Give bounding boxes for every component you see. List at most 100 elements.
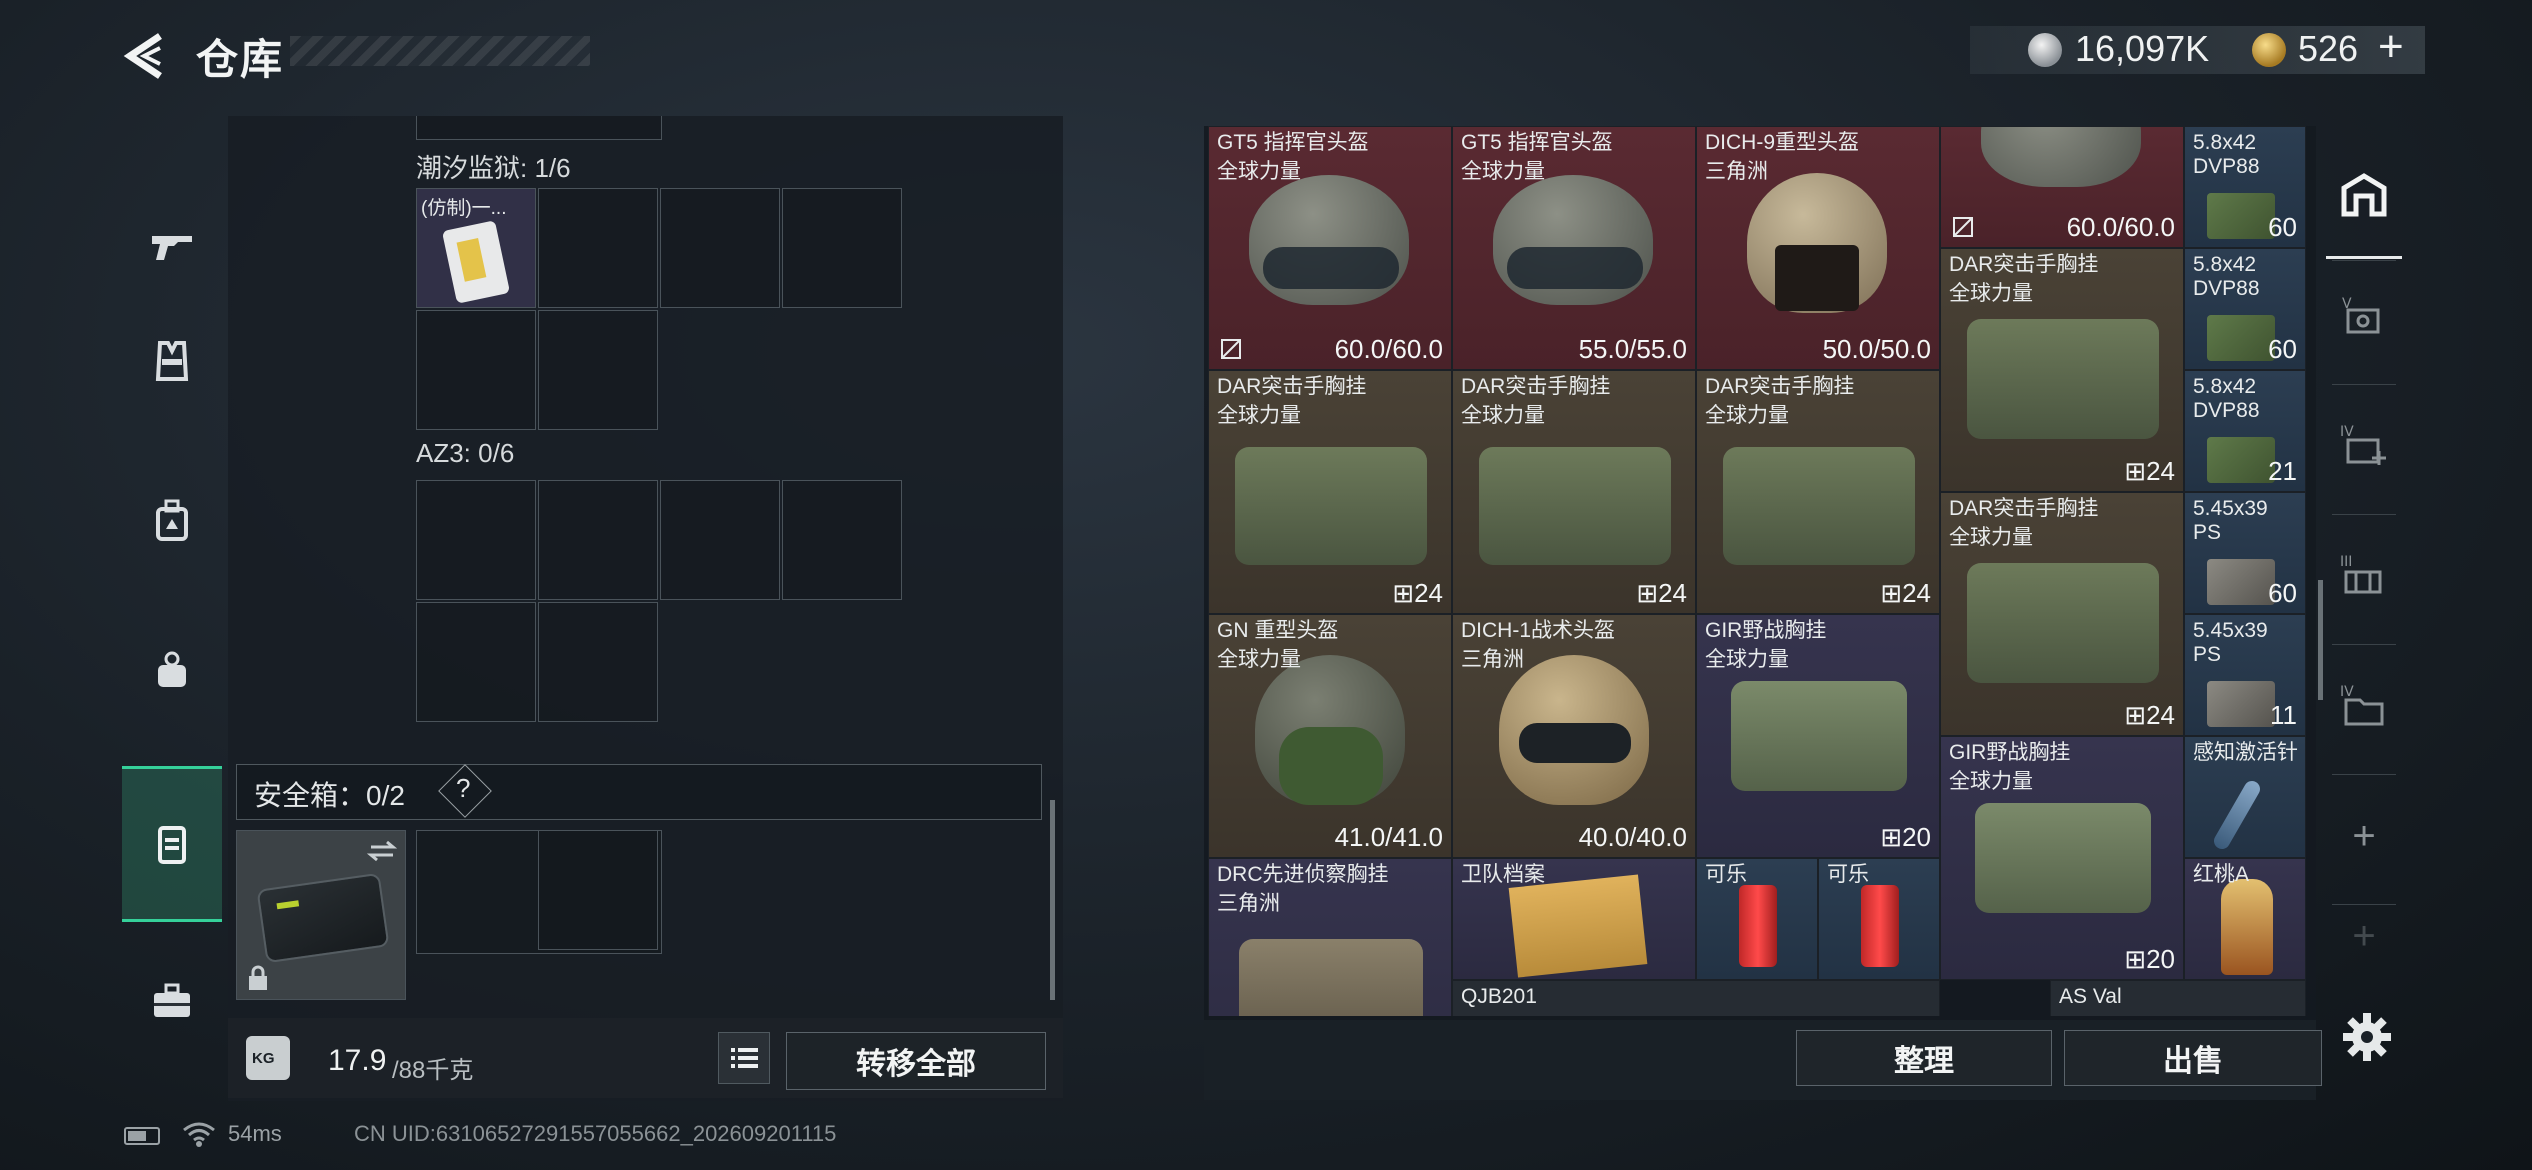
item-chest-rig[interactable]: DAR突击手胸挂 全球力量 ⊞24 xyxy=(1208,370,1452,614)
weight-current: 17.9 xyxy=(328,1044,387,1077)
iii-armor-icon: III xyxy=(2340,554,2382,594)
item-cola[interactable]: 可乐 xyxy=(1818,858,1940,980)
user-uid: CN UID:631065272915570556​62_20260920111… xyxy=(354,1121,837,1146)
grid-cell[interactable] xyxy=(416,310,536,430)
item-chest-rig[interactable]: DRC先进侦察胸挂 三角洲 xyxy=(1208,858,1452,1016)
category-safebox[interactable] xyxy=(122,766,222,922)
divider xyxy=(2332,904,2396,905)
item-helmet[interactable]: DICH-1战术头盔 三角洲 40.0/40.0 xyxy=(1452,614,1696,858)
side-tab-add[interactable]: + xyxy=(2326,906,2402,966)
item-faction: 全球力量 xyxy=(1461,160,1545,183)
durability-broken-icon xyxy=(1221,339,1241,359)
item-helmet[interactable]: GT5 指挥官头盔 全球力量 60.0/60.0 xyxy=(1208,126,1452,370)
grid-cell[interactable] xyxy=(782,480,902,600)
grid-cell-item[interactable]: (仿制)一... xyxy=(416,188,536,308)
item-ammo[interactable]: 5.8x42 DVP88 21 xyxy=(2184,370,2306,492)
side-tab-iii-armor[interactable]: III xyxy=(2326,516,2402,636)
item-ammo[interactable]: 5.8x42 DVP88 60 xyxy=(2184,126,2306,248)
slot-title: AZ3: 0/6 xyxy=(416,438,515,468)
keycard-image xyxy=(441,220,511,304)
item-chest-rig[interactable]: DAR突击手胸挂 全球力量 ⊞24 xyxy=(1452,370,1696,614)
ammo-box-image xyxy=(2207,559,2275,605)
item-ammo[interactable]: 5.45x39 PS 11 xyxy=(2184,614,2306,736)
category-vest[interactable] xyxy=(122,286,222,436)
list-view-button[interactable] xyxy=(718,1032,770,1084)
item-durability: 40.0/40.0 xyxy=(1578,822,1687,852)
item-type: PS xyxy=(2193,643,2222,666)
left-scrollbar[interactable] xyxy=(1050,800,1055,1000)
item-name: 感知激活针 xyxy=(2193,741,2298,764)
grid-cell[interactable] xyxy=(538,310,658,430)
item-card[interactable]: 红桃A xyxy=(2184,858,2306,980)
grid-cell[interactable] xyxy=(538,480,658,600)
visor-image xyxy=(1263,247,1399,289)
side-tab-safehouse[interactable] xyxy=(2326,136,2402,259)
item-helmet[interactable]: GT5 指挥官头盔 全球力量 55.0/55.0 xyxy=(1452,126,1696,370)
settings-gear-icon[interactable] xyxy=(2340,1010,2394,1064)
item-name: 5.8x42 xyxy=(2193,253,2257,276)
item-faction: 全球力量 xyxy=(1461,404,1545,427)
v-case-icon: V xyxy=(2342,296,2380,334)
grid-cell[interactable] xyxy=(538,188,658,308)
iv-medkit-icon: IV xyxy=(2340,424,2386,465)
divider xyxy=(2332,514,2396,515)
sort-button[interactable]: 整理 xyxy=(1796,1030,2052,1086)
back-arrow-icon[interactable] xyxy=(120,30,172,82)
category-bag[interactable] xyxy=(122,596,222,746)
grid-cell[interactable] xyxy=(416,602,536,722)
side-tab-iv-folder[interactable]: IV xyxy=(2326,646,2402,766)
item-count: 60 xyxy=(2268,578,2297,608)
help-icon: ? xyxy=(456,773,471,803)
transfer-all-button[interactable]: 转移全部 xyxy=(786,1032,1046,1090)
secure-box-item[interactable] xyxy=(236,830,406,1000)
item-chest-rig[interactable]: DAR突击手胸挂 全球力量 ⊞24 xyxy=(1940,248,2184,492)
item-weapon[interactable]: AS Val xyxy=(2050,980,2306,1016)
premium-coin-balance: 526 xyxy=(2298,28,2359,69)
bag-icon xyxy=(158,651,186,687)
faceplate-image xyxy=(1775,245,1859,311)
item-ammo[interactable]: 5.45x39 PS 60 xyxy=(2184,492,2306,614)
side-tab-v[interactable]: V xyxy=(2326,256,2402,376)
side-tab-iv-medkit[interactable]: IV xyxy=(2326,386,2402,506)
add-premium-button[interactable]: + xyxy=(2378,22,2404,72)
item-ammo[interactable]: 5.8x42 DVP88 60 xyxy=(2184,248,2306,370)
backpack-icon xyxy=(156,499,188,541)
grid-cell[interactable] xyxy=(660,480,780,600)
item-chest-rig[interactable]: GIR野战胸挂 全球力量 ⊞20 xyxy=(1696,614,1940,858)
item-name: AS Val xyxy=(2059,985,2122,1008)
item-name: GIR野战胸挂 xyxy=(1949,741,2071,764)
item-helmet[interactable]: GN 重型头盔 全球力量 41.0/41.0 xyxy=(1208,614,1452,858)
swap-icon[interactable] xyxy=(367,839,397,863)
item-chest-rig[interactable]: DAR突击手胸挂 全球力量 ⊞24 xyxy=(1940,492,2184,736)
grid-cell[interactable] xyxy=(538,602,658,722)
grid-cell[interactable] xyxy=(782,188,902,308)
item-name: 5.45x39 xyxy=(2193,619,2268,642)
sell-button[interactable]: 出售 xyxy=(2064,1030,2322,1086)
item-weapon[interactable]: QJB201 xyxy=(1452,980,1940,1016)
item-cola[interactable]: 可乐 xyxy=(1696,858,1818,980)
stash-scrollbar[interactable] xyxy=(2318,580,2323,700)
grid-cell[interactable] xyxy=(416,480,536,600)
grid-cell[interactable] xyxy=(660,188,780,308)
grid-cell[interactable] xyxy=(416,116,662,140)
item-chest-rig[interactable]: DAR突击手胸挂 全球力量 ⊞24 xyxy=(1696,370,1940,614)
item-name: 红桃A xyxy=(2193,863,2250,886)
category-backpack[interactable] xyxy=(122,446,222,596)
item-name: 卫队档案 xyxy=(1461,863,1545,886)
item-chest-rig[interactable]: GIR野战胸挂 全球力量 ⊞20 xyxy=(1940,736,2184,980)
side-tab-add[interactable]: + xyxy=(2326,776,2402,896)
item-document[interactable]: 卫队档案 xyxy=(1452,858,1696,980)
item-helmet[interactable]: 60.0/60.0 xyxy=(1940,126,2184,248)
item-injector[interactable]: 感知激活针 xyxy=(2184,736,2306,858)
chest-rig-image xyxy=(1479,447,1671,565)
item-name: GN 重型头盔 xyxy=(1217,619,1339,642)
item-faction: 三角洲 xyxy=(1461,648,1524,671)
category-toolbox[interactable] xyxy=(122,926,222,1076)
item-faction: 三角洲 xyxy=(1217,892,1280,915)
visor-image xyxy=(1507,247,1643,289)
grid-cell[interactable] xyxy=(538,830,658,950)
item-name: DAR突击手胸挂 xyxy=(1949,253,2099,276)
item-helmet[interactable]: DICH-9重型头盔 三角洲 50.0/50.0 xyxy=(1696,126,1940,370)
weight-max: /88千克 xyxy=(392,1057,474,1084)
item-capacity: ⊞20 xyxy=(1880,822,1931,852)
